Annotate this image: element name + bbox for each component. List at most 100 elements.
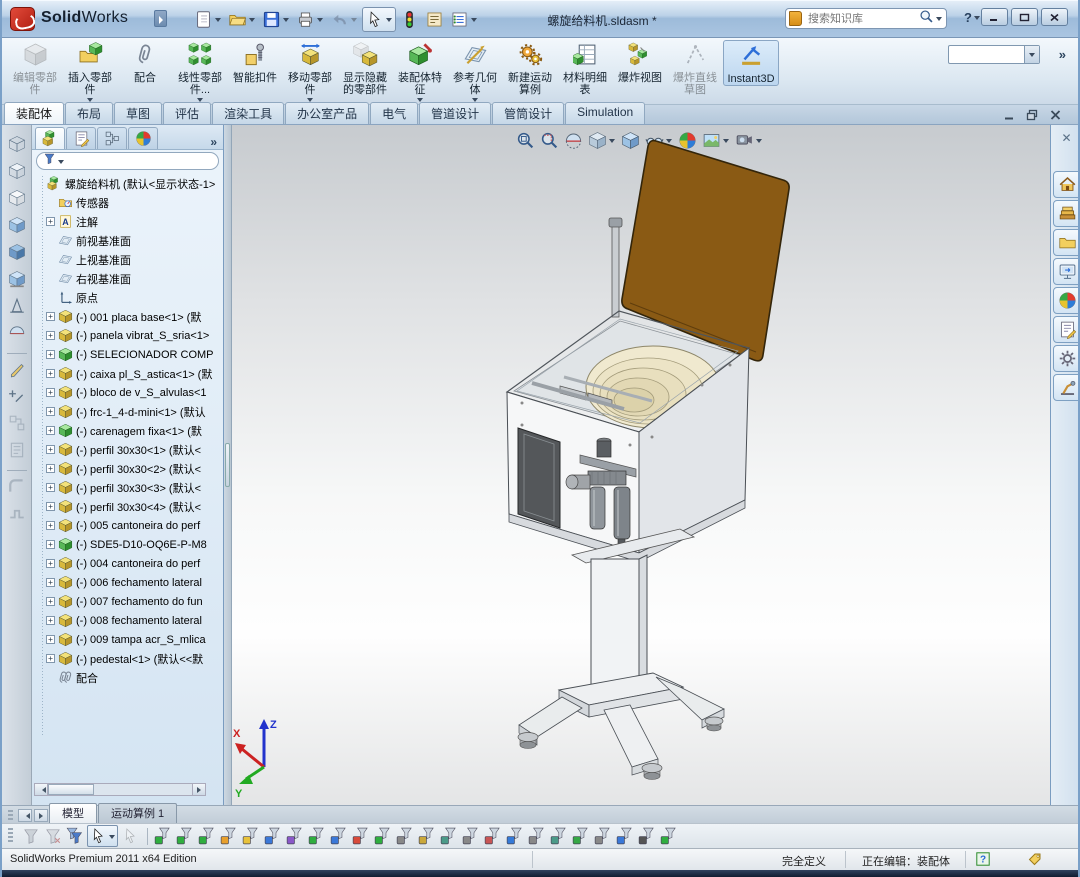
splitter-handle[interactable] <box>225 443 230 487</box>
ribbon-overflow-chevron[interactable]: » <box>1059 47 1066 62</box>
wireframe-button[interactable] <box>8 135 26 158</box>
filter-datums-button[interactable] <box>505 826 525 846</box>
mate-button[interactable]: 配合 <box>118 40 172 84</box>
filter-origins-button[interactable] <box>307 826 327 846</box>
dropdown-caret-icon[interactable] <box>283 17 289 25</box>
tree-item[interactable]: + (-) bloco de v_S_alvulas<1 <box>32 383 223 402</box>
routing-segment-button[interactable] <box>8 477 26 500</box>
expand-icon[interactable]: + <box>46 521 55 530</box>
toggle-selection-filters-button[interactable] <box>21 826 41 846</box>
help-button[interactable]: ? <box>964 10 981 25</box>
expand-icon[interactable]: + <box>46 369 55 378</box>
assembly-features-button[interactable]: 装配体特征 <box>393 40 447 105</box>
search-icon[interactable] <box>919 9 934 29</box>
filter-cosmetic-threads-button[interactable] <box>571 826 591 846</box>
filter-blocks-button[interactable] <box>593 826 613 846</box>
hidden-lines-removed-button[interactable] <box>8 189 26 212</box>
tree-item[interactable]: + (-) SELECIONADOR COMP <box>32 345 223 364</box>
motion-study-button[interactable]: 新建运动算例 <box>503 40 557 96</box>
tree-item[interactable]: + A 注解 <box>32 212 223 231</box>
tree-item[interactable]: + (-) pedestal<1> (默认<<默 <box>32 649 223 668</box>
filter-midpoints-button[interactable] <box>395 826 415 846</box>
dropdown-caret-icon[interactable] <box>386 17 392 25</box>
show-hidden-button[interactable]: 显示隐藏的零部件 <box>338 40 392 96</box>
expand-icon[interactable]: + <box>46 578 55 587</box>
menu-expand-arrow-icon[interactable] <box>154 10 167 27</box>
filter-solid-bodies-button[interactable] <box>241 826 261 846</box>
tree-item[interactable]: 前视基准面 <box>32 231 223 250</box>
toolbox-library-tab[interactable] <box>1053 374 1078 401</box>
section-view-button[interactable] <box>8 324 26 347</box>
quick-tips-icon[interactable]: ? <box>976 852 990 869</box>
scroll-left-icon[interactable] <box>35 784 48 795</box>
command-tab-4[interactable]: 渲染工具 <box>212 102 285 124</box>
tree-item[interactable]: + (-) perfil 30x30<2> (默认< <box>32 459 223 478</box>
tree-item[interactable]: + (-) panela vibrat_S_sria<1> <box>32 326 223 345</box>
tree-item[interactable]: + (-) 004 cantoneira do perf <box>32 554 223 573</box>
tree-item[interactable]: + (-) 005 cantoneira do perf <box>32 516 223 535</box>
panel-splitter[interactable] <box>224 125 232 805</box>
smart-dimension-button[interactable] <box>8 387 26 410</box>
tree-item[interactable]: + (-) 009 tampa acr_S_mlica <box>32 630 223 649</box>
model-tab-1[interactable]: 运动算例 1 <box>98 803 178 823</box>
reference-geometry-button[interactable]: 参考几何体 <box>448 40 502 105</box>
design-library-tab[interactable] <box>1053 200 1078 227</box>
task-pane-close-icon[interactable]: ✕ <box>1051 131 1078 145</box>
fm-property-tab[interactable] <box>66 127 96 149</box>
save-button[interactable] <box>260 8 292 31</box>
expand-icon[interactable]: + <box>46 217 55 226</box>
filter-faces-button[interactable] <box>197 826 217 846</box>
tree-item[interactable]: + (-) frc-1_4-d-mini<1> (默认 <box>32 402 223 421</box>
command-tab-7[interactable]: 管道设计 <box>419 102 492 124</box>
model-tab-0[interactable]: 模型 <box>49 803 97 823</box>
command-tab-2[interactable]: 草图 <box>114 102 163 124</box>
tree-item[interactable]: 螺旋给料机 (默认<显示状态-1> <box>32 174 223 193</box>
combobox-caret-icon[interactable] <box>1024 46 1039 63</box>
select-button[interactable] <box>362 6 396 32</box>
filter-axes-button[interactable] <box>263 826 283 846</box>
filter-sketch-segments-button[interactable] <box>373 826 393 846</box>
ribbon-combobox[interactable] <box>948 45 1040 64</box>
filter-coordinate-systems-button[interactable] <box>329 826 349 846</box>
filter-notes-button[interactable] <box>461 826 481 846</box>
minimize-button[interactable] <box>981 8 1008 26</box>
print-button[interactable] <box>294 8 326 31</box>
dropdown-caret-icon[interactable] <box>109 834 115 842</box>
feature-tree-filter[interactable] <box>36 152 219 170</box>
expand-icon[interactable]: + <box>46 502 55 511</box>
scroll-thumb[interactable] <box>48 784 94 795</box>
filter-annotations-button[interactable] <box>439 826 459 846</box>
weldment-member-button[interactable] <box>8 504 26 527</box>
tree-item[interactable]: + (-) 001 placa base<1> (默 <box>32 307 223 326</box>
custom-properties-tab[interactable] <box>1053 316 1078 343</box>
command-tab-9[interactable]: Simulation <box>565 102 646 124</box>
fm-overflow-chevron[interactable]: » <box>210 135 217 149</box>
expand-icon[interactable]: + <box>46 426 55 435</box>
shadows-in-shaded-mode-button[interactable] <box>8 270 26 293</box>
expand-icon[interactable]: + <box>46 559 55 568</box>
tree-item[interactable]: + (-) 008 fechamento lateral <box>32 611 223 630</box>
filter-sketch-points-button[interactable] <box>351 826 371 846</box>
smart-fasteners-button[interactable]: 智能扣件 <box>228 40 282 84</box>
tab-scroll-left-icon[interactable] <box>18 809 32 822</box>
expand-icon[interactable]: + <box>46 597 55 606</box>
tree-item[interactable]: + (-) carenagem fixa<1> (默 <box>32 421 223 440</box>
new-document-button[interactable] <box>192 8 224 31</box>
command-tab-6[interactable]: 电气 <box>370 102 419 124</box>
close-button[interactable] <box>1041 8 1068 26</box>
filter-caret-icon[interactable] <box>58 159 64 167</box>
tree-item[interactable]: + (-) 007 fechamento do fun <box>32 592 223 611</box>
doc-restore-button[interactable] <box>1026 108 1039 126</box>
tree-item[interactable]: 上视基准面 <box>32 250 223 269</box>
open-button[interactable] <box>226 8 258 31</box>
expand-icon[interactable]: + <box>46 540 55 549</box>
command-tab-5[interactable]: 办公室产品 <box>285 102 370 124</box>
filter-routing-points-button[interactable] <box>637 826 657 846</box>
graphics-viewport[interactable]: Z X Y <box>232 125 1050 805</box>
file-properties-button[interactable] <box>423 8 446 31</box>
doc-close-button[interactable] <box>1049 108 1062 126</box>
filter-dimensions-button[interactable] <box>417 826 437 846</box>
sketch-button[interactable] <box>8 360 26 383</box>
acrylic-lid[interactable] <box>621 139 790 362</box>
tree-item[interactable]: 传感器 <box>32 193 223 212</box>
